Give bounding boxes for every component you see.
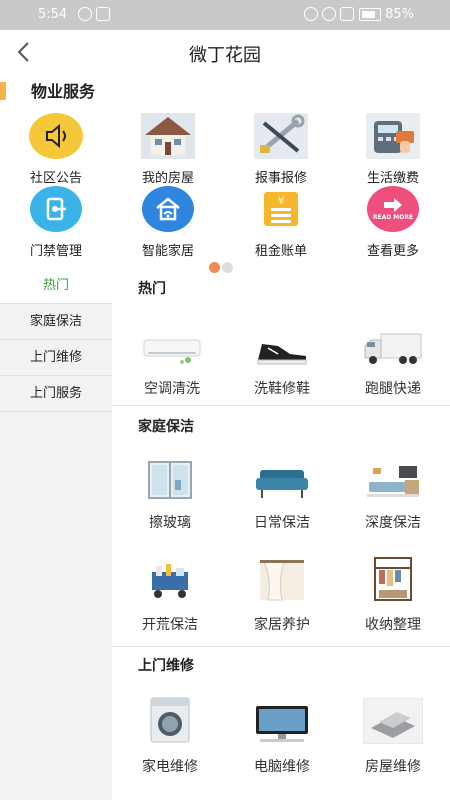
category-sidebar: 热门 家庭保洁 上门维修 上门服务: [0, 268, 112, 800]
sofa-icon: [256, 470, 308, 498]
property-item-my-house[interactable]: 我的房屋: [112, 113, 224, 186]
service-label: 房屋维修: [365, 759, 421, 775]
sidebar-item-hot[interactable]: 热门: [0, 268, 112, 304]
service-label: 跑腿快递: [365, 381, 421, 397]
washing-machine-icon: [150, 697, 190, 743]
house-icon: [141, 113, 195, 159]
eye-icon: [78, 6, 92, 21]
category-title-home-cleaning: 家庭保洁: [138, 419, 194, 435]
signal-icon: [340, 6, 354, 21]
bill-icon: ¥: [264, 192, 298, 226]
service-label: 深度保洁: [365, 515, 421, 531]
service-label: 日常保洁: [254, 515, 310, 531]
service-label: 洗鞋修鞋: [254, 381, 310, 397]
tiles-icon: [363, 698, 423, 744]
service-item-daily-cleaning[interactable]: 日常保洁: [226, 456, 338, 532]
property-item-announcement[interactable]: 社区公告: [0, 113, 112, 186]
property-item-label: 社区公告: [29, 171, 82, 186]
category-title-hot: 热门: [138, 281, 166, 297]
property-item-access-control[interactable]: 门禁管理: [0, 186, 112, 259]
status-time: 5:54: [38, 7, 68, 22]
service-item-house-repair[interactable]: 房屋维修: [337, 696, 449, 776]
property-item-label: 查看更多: [366, 244, 419, 259]
service-item-home-maintenance[interactable]: 家居养护: [226, 558, 338, 634]
read-more-icon: READ MORE: [367, 186, 419, 232]
property-item-smart-home[interactable]: 智能家居: [112, 186, 224, 259]
delivery-truck-icon: [364, 333, 422, 364]
notification-icon: [96, 6, 110, 21]
sidebar-item-home-cleaning[interactable]: 家庭保洁: [0, 304, 112, 340]
service-label: 电脑维修: [254, 759, 310, 775]
sidebar-item-repair[interactable]: 上门维修: [0, 340, 112, 376]
door-access-icon: [30, 186, 82, 232]
status-bar: 5:54 85%: [0, 0, 450, 30]
service-item-errand[interactable]: 跑腿快递: [337, 326, 449, 398]
service-item-window-cleaning[interactable]: 擦玻璃: [114, 456, 226, 532]
section-accent-bar: [0, 82, 6, 100]
service-label: 空调清洗: [144, 381, 200, 397]
service-item-ac-cleaning[interactable]: 空调清洗: [116, 326, 228, 398]
read-more-badge: READ MORE: [372, 213, 414, 221]
service-item-computer-repair[interactable]: 电脑维修: [226, 696, 338, 776]
wardrobe-icon: [374, 557, 412, 601]
service-item-appliance-repair[interactable]: 家电维修: [114, 696, 226, 776]
service-content: 热门 空调清洗 洗鞋修鞋 跑腿快递 家庭保洁 擦玻璃 日常保洁 深度保洁 开荒保…: [112, 268, 450, 800]
tools-icon: [254, 113, 308, 159]
property-item-label: 门禁管理: [29, 244, 82, 259]
service-item-shoe-care[interactable]: 洗鞋修鞋: [226, 326, 338, 398]
sidebar-item-home-service[interactable]: 上门服务: [0, 376, 112, 412]
service-label: 家居养护: [254, 617, 310, 633]
app-header: 微丁花园: [0, 30, 450, 78]
property-item-label: 报事报修: [254, 171, 307, 186]
curtain-icon: [260, 560, 304, 601]
wifi-icon: [322, 6, 336, 21]
category-title-repair: 上门维修: [138, 658, 194, 674]
divider: [112, 405, 450, 406]
service-label: 擦玻璃: [149, 515, 191, 531]
battery-icon: [359, 8, 382, 21]
property-item-label: 租金账单: [254, 244, 307, 259]
property-item-repair[interactable]: 报事报修: [225, 113, 337, 186]
payment-terminal-icon: [366, 113, 420, 159]
divider: [112, 646, 450, 647]
battery-level: 85%: [385, 7, 414, 22]
property-item-rent-bill[interactable]: ¥ 租金账单: [225, 186, 337, 259]
smart-home-icon: [142, 186, 194, 232]
svg-text:¥: ¥: [278, 196, 284, 207]
living-room-icon: [367, 466, 419, 497]
property-item-label: 智能家居: [141, 244, 194, 259]
cleaning-cart-icon: [152, 564, 188, 598]
property-item-payment[interactable]: 生活缴费: [337, 113, 449, 186]
service-label: 收纳整理: [365, 617, 421, 633]
sneaker-icon: [257, 344, 307, 365]
service-item-post-renovation[interactable]: 开荒保洁: [114, 558, 226, 634]
service-label: 开荒保洁: [142, 617, 198, 633]
property-item-more[interactable]: READ MORE 查看更多: [337, 186, 449, 259]
property-item-label: 生活缴费: [366, 171, 419, 186]
service-label: 家电维修: [142, 759, 198, 775]
service-item-deep-cleaning[interactable]: 深度保洁: [337, 456, 449, 532]
service-item-organizing[interactable]: 收纳整理: [337, 557, 449, 634]
section-title-property: 物业服务: [31, 82, 96, 101]
speaker-icon: [29, 113, 83, 159]
window-icon: [148, 461, 192, 499]
air-conditioner-icon: [143, 339, 201, 364]
page-title: 微丁花园: [189, 45, 261, 66]
computer-icon: [256, 706, 308, 742]
property-item-label: 我的房屋: [141, 171, 194, 186]
bluetooth-icon: [304, 6, 318, 21]
